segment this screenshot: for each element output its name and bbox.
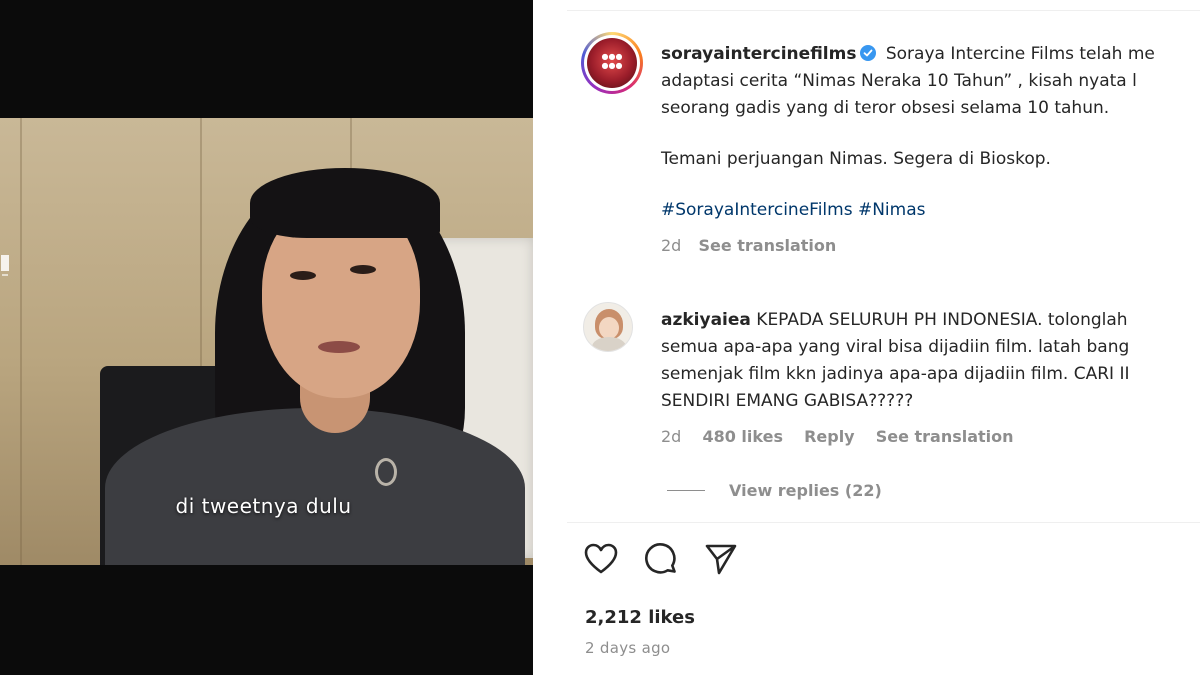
- likes-count[interactable]: 2,212 likes: [585, 607, 695, 628]
- earring: [375, 458, 397, 486]
- post-username[interactable]: sorayaintercinefilms: [661, 44, 856, 64]
- comment-meta: 2d 480 likes Reply See translation: [661, 423, 1200, 450]
- share-icon[interactable]: [703, 541, 739, 577]
- avatar-logo-icon: ●●● ●●●: [601, 52, 623, 70]
- caption-text: Soraya Intercine Films telah me: [885, 44, 1155, 64]
- avatar-body: [592, 337, 626, 351]
- person-eye: [350, 265, 376, 274]
- see-translation-link[interactable]: See translation: [876, 427, 1014, 446]
- video-subtitle: di tweetnya dulu: [175, 494, 352, 518]
- replies-divider: [667, 490, 705, 491]
- comment-username[interactable]: azkiyaiea: [661, 310, 751, 330]
- caption-text: adaptasi cerita “Nimas Neraka 10 Tahun” …: [661, 71, 1137, 91]
- avatar-face: [599, 317, 619, 339]
- caption-meta: 2d See translation: [661, 232, 1200, 259]
- section-divider: [567, 522, 1200, 523]
- post-caption: sorayaintercinefilms Soraya Intercine Fi…: [661, 41, 1200, 259]
- see-translation-link[interactable]: See translation: [698, 236, 836, 255]
- comment-icon[interactable]: [643, 541, 679, 577]
- person-eye: [290, 271, 316, 280]
- caption-hashtags[interactable]: #SorayaIntercineFilms #Nimas: [661, 197, 1200, 224]
- commenter-avatar[interactable]: [583, 302, 633, 352]
- caption-text: Temani perjuangan Nimas. Segera di Biosk…: [661, 149, 1051, 169]
- heart-icon[interactable]: [583, 541, 619, 577]
- view-replies-label: View replies (22): [729, 481, 882, 500]
- comment-text: KEPADA SELURUH PH INDONESIA. tolonglah: [756, 310, 1128, 330]
- watermark-icon: [0, 253, 12, 285]
- person-mouth: [318, 341, 360, 353]
- comment-time: 2d: [661, 427, 682, 446]
- avatar-border: ●●● ●●●: [584, 35, 640, 91]
- avatar-image: ●●● ●●●: [587, 38, 637, 88]
- post-actions: [583, 541, 763, 577]
- comment-text: SENDIRI EMANG GABISA?????: [661, 391, 914, 411]
- person-bangs: [250, 168, 440, 238]
- verified-badge-icon: [860, 45, 877, 61]
- caption-first-line: sorayaintercinefilms Soraya Intercine Fi…: [661, 41, 1200, 68]
- view-replies-button[interactable]: View replies (22): [667, 481, 882, 500]
- post-timestamp: 2 days ago: [585, 639, 671, 657]
- comment-likes[interactable]: 480 likes: [702, 427, 783, 446]
- person-body: [105, 408, 525, 565]
- account-avatar[interactable]: ●●● ●●●: [581, 32, 643, 94]
- comment: azkiyaiea KEPADA SELURUH PH INDONESIA. t…: [661, 307, 1200, 450]
- caption-text: seorang gadis yang di teror obsesi selam…: [661, 98, 1110, 118]
- caption-time: 2d: [661, 236, 682, 255]
- comment-text: semenjak film kkn jadinya apa-apa dijadi…: [661, 364, 1130, 384]
- comment-first-line: azkiyaiea KEPADA SELURUH PH INDONESIA. t…: [661, 307, 1200, 334]
- comment-text: semua apa-apa yang viral bisa dijadiin f…: [661, 337, 1130, 357]
- instagram-post: ●●● ●●● sorayaintercinefilms Soraya Inter…: [567, 10, 1200, 675]
- video-panel[interactable]: di tweetnya dulu: [0, 0, 533, 675]
- reply-button[interactable]: Reply: [804, 427, 855, 446]
